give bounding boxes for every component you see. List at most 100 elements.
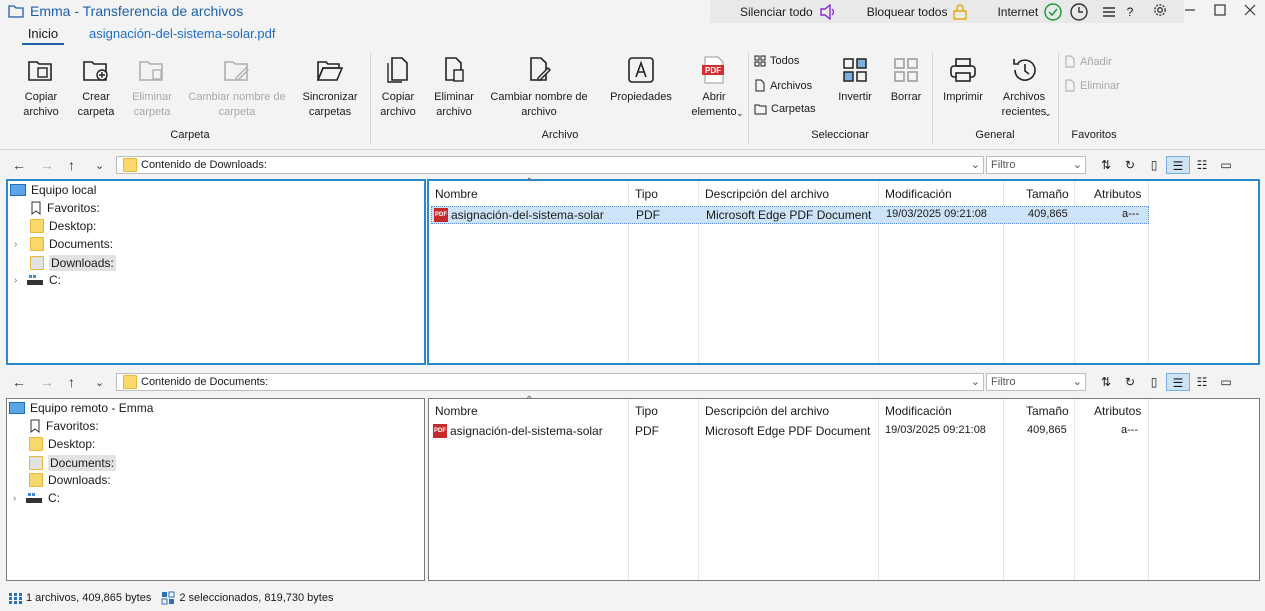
rename-folder-button[interactable]: Cambiar nombre de carpeta — [184, 52, 290, 120]
tree-root-local[interactable]: Equipo local — [10, 183, 96, 197]
internet-status[interactable]: Internet — [997, 2, 1062, 21]
refresh-icon[interactable]: ↻ — [1118, 156, 1142, 174]
select-folders-button[interactable]: Carpetas — [754, 103, 816, 115]
tree-item-drive-c[interactable]: C: — [25, 491, 60, 505]
mute-all-button[interactable]: Silenciar todo — [740, 3, 837, 20]
tree-item-downloads[interactable]: Downloads: — [30, 255, 116, 271]
gear-icon — [1154, 4, 1166, 16]
help-button[interactable]: ? — [1115, 5, 1145, 19]
close-button[interactable] — [1235, 4, 1265, 19]
tree-root-label: Equipo remoto - Emma — [30, 401, 154, 415]
select-all-label: Todos — [770, 55, 800, 67]
local-filter-field[interactable]: Filtro ⌄ — [986, 156, 1086, 174]
column-header-name[interactable]: Nombre — [435, 404, 478, 418]
create-folder-button[interactable]: Crear carpeta — [72, 52, 120, 120]
details-view-icon[interactable]: ☰ — [1166, 156, 1190, 174]
file-rename-icon — [530, 57, 551, 81]
tab-home[interactable]: Inicio — [22, 26, 64, 45]
rename-file-button[interactable]: Cambiar nombre de archivo — [486, 52, 592, 120]
chevron-right-icon[interactable]: › — [14, 239, 17, 250]
favorite-remove-button[interactable]: Eliminar — [1064, 79, 1120, 92]
history-dropdown-icon[interactable]: ⌄ — [95, 376, 104, 389]
recent-files-button[interactable]: Archivos recientes ⌄ — [996, 52, 1052, 120]
open-item-button[interactable]: PDF Abrir elemento ⌄ — [684, 52, 744, 120]
history-button[interactable] — [1070, 2, 1088, 21]
column-header-name[interactable]: Nombre — [435, 187, 478, 201]
quick-actions-bar: Silenciar todo Bloquear todos Internet — [710, 0, 1184, 23]
copy-folder-label: Copiar archivo — [23, 91, 59, 118]
copy-file-label: Copiar archivo — [380, 91, 416, 118]
column-header-attributes[interactable]: Atributos — [1094, 404, 1141, 418]
remote-path-field[interactable]: Contenido de Documents: ⌄ — [116, 373, 984, 391]
column-header-modified[interactable]: Modificación — [885, 187, 952, 201]
chevron-right-icon[interactable]: › — [13, 493, 16, 504]
settings-button[interactable] — [1145, 3, 1175, 20]
forward-arrow-icon[interactable]: → — [40, 157, 54, 173]
tree-item-downloads[interactable]: Downloads: — [29, 473, 111, 487]
table-row[interactable]: PDF asignación-del-sistema-solar PDF Mic… — [431, 423, 1149, 441]
tree-view-icon[interactable]: ▯ — [1142, 156, 1166, 174]
tree-item-desktop[interactable]: Desktop: — [29, 437, 95, 451]
remote-filter-field[interactable]: Filtro ⌄ — [986, 373, 1086, 391]
cell-size: 409,865 — [1027, 424, 1067, 436]
invert-selection-button[interactable]: Invertir — [832, 52, 878, 105]
local-path-field[interactable]: Contenido de Downloads: ⌄ — [116, 156, 984, 174]
sync-folders-button[interactable]: Sincronizar carpetas — [300, 52, 360, 120]
favorite-add-button[interactable]: Añadir — [1064, 55, 1112, 68]
column-header-size[interactable]: Tamaño — [1026, 404, 1069, 418]
properties-button[interactable]: Propiedades — [606, 52, 676, 105]
tree-item-favorites[interactable]: Favoritos: — [30, 201, 100, 215]
column-header-type[interactable]: Tipo — [635, 404, 658, 418]
up-arrow-icon[interactable]: ↑ — [68, 374, 75, 390]
tree-view-icon[interactable]: ▯ — [1142, 373, 1166, 391]
back-arrow-icon[interactable]: ← — [12, 374, 26, 390]
forward-arrow-icon[interactable]: → — [40, 374, 54, 390]
select-files-button[interactable]: Archivos — [754, 79, 812, 92]
tree-root-remote[interactable]: Equipo remoto - Emma — [9, 401, 153, 415]
sort-icon[interactable]: ⇅ — [1094, 156, 1118, 174]
chevron-down-icon[interactable]: ⌄ — [1073, 158, 1082, 171]
copy-folder-button[interactable]: Copiar archivo — [14, 52, 68, 120]
refresh-icon[interactable]: ↻ — [1118, 373, 1142, 391]
window-icon[interactable]: ▭ — [1214, 373, 1238, 391]
up-arrow-icon[interactable]: ↑ — [68, 157, 75, 173]
window-controls: ? — [1115, 0, 1265, 23]
column-header-attributes[interactable]: Atributos — [1094, 187, 1141, 201]
back-arrow-icon[interactable]: ← — [12, 157, 26, 173]
lock-all-button[interactable]: Bloquear todos — [867, 3, 968, 20]
history-dropdown-icon[interactable]: ⌄ — [95, 159, 104, 172]
column-header-modified[interactable]: Modificación — [885, 404, 952, 418]
chevron-down-icon[interactable]: ⌄ — [971, 375, 980, 388]
tab-file[interactable]: asignación-del-sistema-solar.pdf — [89, 26, 275, 41]
folder-delete-icon — [139, 61, 163, 81]
delete-file-button[interactable]: Eliminar archivo — [430, 52, 478, 120]
group-file-label: Archivo — [541, 129, 579, 141]
column-header-description[interactable]: Descripción del archivo — [705, 187, 829, 201]
select-all-button[interactable]: Todos — [754, 55, 799, 67]
print-button[interactable]: Imprimir — [938, 52, 988, 105]
column-header-description[interactable]: Descripción del archivo — [705, 404, 829, 418]
list-view-icon[interactable]: ☷ — [1190, 156, 1214, 174]
tree-item-documents[interactable]: Documents: — [29, 455, 117, 471]
chevron-down-icon[interactable]: ⌄ — [971, 158, 980, 171]
minimize-button[interactable] — [1175, 4, 1205, 19]
sort-icon[interactable]: ⇅ — [1094, 373, 1118, 391]
details-view-icon[interactable]: ☰ — [1166, 373, 1190, 391]
clear-selection-button[interactable]: Borrar — [884, 52, 928, 105]
tree-item-drive-c[interactable]: C: — [26, 273, 61, 287]
list-view-icon[interactable]: ☷ — [1190, 373, 1214, 391]
maximize-button[interactable] — [1205, 4, 1235, 19]
column-header-type[interactable]: Tipo — [635, 187, 658, 201]
window-icon[interactable]: ▭ — [1214, 156, 1238, 174]
lock-icon — [953, 3, 968, 20]
chevron-down-icon[interactable]: ⌄ — [1073, 375, 1082, 388]
tree-item-desktop[interactable]: Desktop: — [30, 219, 96, 233]
table-row[interactable]: PDF asignación-del-sistema-solar PDF Mic… — [431, 206, 1149, 224]
tree-item-documents[interactable]: Documents: — [30, 237, 113, 251]
chevron-right-icon[interactable]: › — [14, 275, 17, 286]
delete-folder-button[interactable]: Eliminar carpeta — [126, 52, 178, 120]
tree-item-favorites[interactable]: Favoritos: — [29, 419, 99, 433]
status-bar: 1 archivos, 409,865 bytes 2 seleccionado… — [0, 585, 1265, 611]
column-header-size[interactable]: Tamaño — [1026, 187, 1069, 201]
copy-file-button[interactable]: Copiar archivo — [376, 52, 420, 120]
